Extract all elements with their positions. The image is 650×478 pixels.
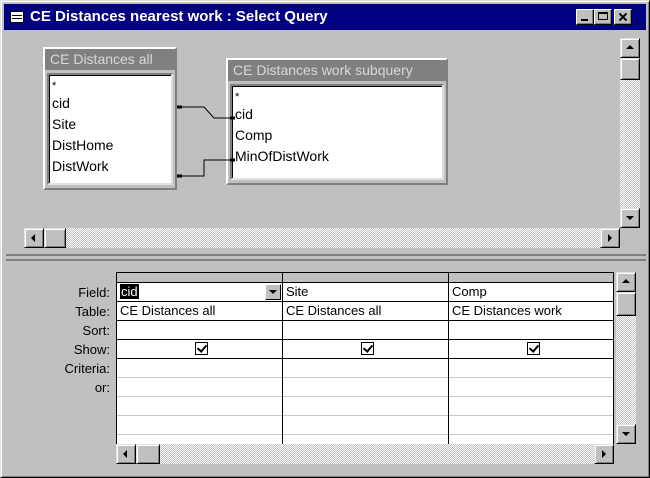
table-cell[interactable]: CE Distances all bbox=[283, 302, 448, 321]
criteria-cell[interactable] bbox=[117, 359, 282, 378]
scroll-left-button[interactable] bbox=[24, 228, 44, 248]
field-cell[interactable]: Comp bbox=[449, 283, 613, 302]
field-cell[interactable]: cid bbox=[117, 283, 282, 302]
or-cell[interactable] bbox=[117, 378, 282, 397]
checkmark-icon[interactable] bbox=[527, 342, 540, 355]
table-cell[interactable]: CE Distances work bbox=[449, 302, 613, 321]
scroll-up-button[interactable] bbox=[616, 272, 636, 292]
field-list-title[interactable]: CE Distances all bbox=[45, 49, 175, 70]
chevron-right-icon bbox=[602, 450, 606, 458]
checkmark-icon[interactable] bbox=[361, 342, 374, 355]
scroll-right-button[interactable] bbox=[600, 228, 620, 248]
row-labels: Field: Table: Sort: Show: Criteria: or: bbox=[6, 283, 112, 397]
sort-cell[interactable] bbox=[117, 321, 282, 340]
row-label-table: Table: bbox=[75, 304, 110, 319]
empty-cell[interactable] bbox=[449, 416, 613, 435]
pane-splitter[interactable] bbox=[6, 254, 646, 261]
field-cell-value[interactable]: cid bbox=[120, 284, 139, 299]
design-grid[interactable]: cid CE Distances all Site CE Distances a… bbox=[116, 272, 614, 452]
row-label-criteria: Criteria: bbox=[64, 361, 110, 376]
query-window: CE Distances nearest work : Select Query… bbox=[0, 0, 650, 478]
chevron-left-icon bbox=[31, 234, 35, 242]
grid-horizontal-scrollbar[interactable] bbox=[116, 444, 614, 464]
scroll-thumb[interactable] bbox=[620, 58, 640, 80]
show-cell[interactable] bbox=[117, 340, 282, 359]
empty-cell[interactable] bbox=[283, 416, 448, 435]
checkmark-icon[interactable] bbox=[195, 342, 208, 355]
chevron-left-icon bbox=[123, 450, 127, 458]
field-list[interactable]: * cid Comp MinOfDistWork bbox=[230, 84, 444, 180]
field-item[interactable]: MinOfDistWork bbox=[232, 146, 442, 167]
criteria-cell[interactable] bbox=[449, 359, 613, 378]
row-label-show: Show: bbox=[73, 342, 110, 357]
scroll-left-button[interactable] bbox=[116, 444, 136, 464]
empty-cell[interactable] bbox=[283, 397, 448, 416]
chevron-down-icon[interactable] bbox=[265, 284, 281, 300]
or-cell[interactable] bbox=[449, 378, 613, 397]
field-cell[interactable]: Site bbox=[283, 283, 448, 302]
grid-column-3: Comp CE Distances work bbox=[449, 283, 613, 451]
scroll-down-button[interactable] bbox=[616, 424, 636, 444]
field-item[interactable]: cid bbox=[49, 93, 171, 114]
close-button[interactable] bbox=[614, 9, 632, 25]
field-list-ce-distances-all[interactable]: CE Distances all * cid Site DistHome Dis… bbox=[43, 47, 177, 190]
column-selector[interactable] bbox=[117, 273, 283, 283]
field-item-all[interactable]: * bbox=[232, 86, 442, 104]
window-title: CE Distances nearest work : Select Query bbox=[30, 8, 328, 25]
field-item[interactable]: Site bbox=[49, 114, 171, 135]
title-bar[interactable]: CE Distances nearest work : Select Query bbox=[4, 4, 646, 30]
table-pane-horizontal-scrollbar[interactable] bbox=[24, 228, 620, 248]
grid-column-1: cid CE Distances all bbox=[117, 283, 283, 451]
field-item-all[interactable]: * bbox=[49, 75, 171, 93]
table-pane-vertical-scrollbar[interactable] bbox=[620, 38, 640, 228]
grid-column-2: Site CE Distances all bbox=[283, 283, 449, 451]
minimize-button[interactable] bbox=[576, 9, 594, 25]
scroll-thumb[interactable] bbox=[136, 444, 160, 464]
chevron-right-icon bbox=[608, 234, 612, 242]
maximize-button[interactable] bbox=[594, 9, 612, 25]
row-label-field: Field: bbox=[78, 285, 110, 300]
empty-cell[interactable] bbox=[449, 397, 613, 416]
scroll-thumb[interactable] bbox=[616, 292, 636, 316]
field-list-ce-distances-work-subquery[interactable]: CE Distances work subquery * cid Comp Mi… bbox=[226, 58, 448, 185]
sort-cell[interactable] bbox=[449, 321, 613, 340]
show-cell[interactable] bbox=[449, 340, 613, 359]
show-cell[interactable] bbox=[283, 340, 448, 359]
column-selector[interactable] bbox=[283, 273, 449, 283]
field-item[interactable]: cid bbox=[232, 104, 442, 125]
table-cell[interactable]: CE Distances all bbox=[117, 302, 282, 321]
sort-cell[interactable] bbox=[283, 321, 448, 340]
chevron-down-icon bbox=[622, 432, 630, 436]
design-grid-pane: Field: Table: Sort: Show: Criteria: or: … bbox=[6, 263, 646, 473]
scroll-up-button[interactable] bbox=[620, 38, 640, 58]
chevron-up-icon bbox=[622, 279, 630, 283]
scroll-corner bbox=[620, 228, 640, 248]
criteria-cell[interactable] bbox=[283, 359, 448, 378]
row-label-or: or: bbox=[94, 380, 110, 395]
scroll-right-button[interactable] bbox=[594, 444, 614, 464]
field-list-title[interactable]: CE Distances work subquery bbox=[228, 60, 446, 81]
grid-vertical-scrollbar[interactable] bbox=[616, 272, 636, 444]
empty-cell[interactable] bbox=[117, 397, 282, 416]
chevron-down-icon bbox=[626, 216, 634, 220]
row-label-sort: Sort: bbox=[82, 323, 110, 338]
field-item[interactable]: Comp bbox=[232, 125, 442, 146]
field-list[interactable]: * cid Site DistHome DistWork bbox=[47, 73, 173, 185]
field-item[interactable]: DistWork bbox=[49, 156, 171, 177]
field-item[interactable]: DistHome bbox=[49, 135, 171, 156]
query-grid-icon[interactable] bbox=[10, 11, 24, 23]
table-pane: CE Distances all * cid Site DistHome Dis… bbox=[6, 32, 646, 254]
chevron-up-icon bbox=[626, 45, 634, 49]
empty-cell[interactable] bbox=[117, 416, 282, 435]
scroll-down-button[interactable] bbox=[620, 208, 640, 228]
or-cell[interactable] bbox=[283, 378, 448, 397]
scroll-thumb[interactable] bbox=[44, 228, 66, 248]
column-selector[interactable] bbox=[449, 273, 613, 283]
